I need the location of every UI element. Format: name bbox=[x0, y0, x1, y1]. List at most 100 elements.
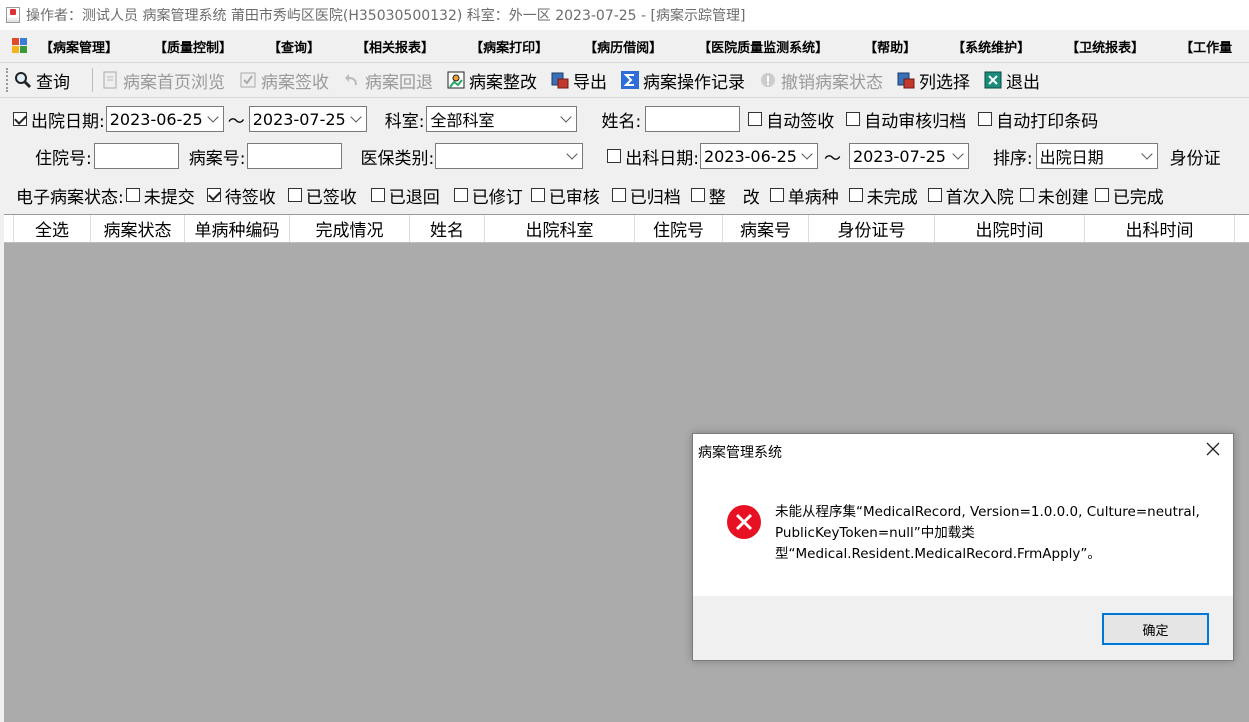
status-completed-checkbox[interactable] bbox=[1094, 188, 1109, 202]
filter-panel: 出院日期: 2023-06-25 ～ 2023-07-25 科室: 全部科室 姓… bbox=[0, 98, 1249, 214]
status-single-disease-checkbox[interactable] bbox=[769, 188, 784, 202]
column-dept-discharge-time[interactable]: 出科时间 bbox=[1085, 215, 1235, 242]
status-returned-label: 已退回 bbox=[388, 187, 440, 208]
column-discharge-dept[interactable]: 出院科室 bbox=[485, 215, 635, 242]
status-first-admission-label: 首次入院 bbox=[945, 187, 1014, 208]
filter-row-2: 住院号: 病案号: 医保类别: 出科日期: 2023-06-25 ～ 2023-… bbox=[0, 141, 1249, 171]
dept-discharge-date-from[interactable]: 2023-06-25 bbox=[699, 143, 818, 169]
exit-icon bbox=[984, 71, 1002, 89]
chevron-down-icon bbox=[560, 111, 573, 123]
status-not-created-label: 未创建 bbox=[1037, 187, 1089, 208]
menu-health-statistics[interactable]: 【卫统报表】 bbox=[1066, 37, 1144, 56]
case-no-input[interactable] bbox=[247, 143, 343, 169]
status-not-created-checkbox[interactable] bbox=[1019, 188, 1034, 202]
dept-discharge-date-checkbox[interactable] bbox=[607, 149, 622, 163]
dialog-title: 病案管理系统 bbox=[698, 445, 782, 461]
auto-sign-checkbox[interactable] bbox=[748, 112, 763, 126]
status-completed-label: 已完成 bbox=[1112, 187, 1164, 208]
status-first-admission-checkbox[interactable] bbox=[927, 188, 942, 202]
windows-menu-icon[interactable] bbox=[12, 38, 28, 54]
discharge-date-label: 出院日期: bbox=[31, 111, 105, 132]
chevron-down-icon bbox=[566, 148, 578, 160]
ok-button[interactable]: 确定 bbox=[1102, 613, 1209, 645]
status-revised-checkbox[interactable] bbox=[453, 188, 468, 202]
document-icon bbox=[101, 71, 119, 89]
dept-discharge-date-to[interactable]: 2023-07-25 bbox=[848, 143, 969, 169]
export-icon bbox=[551, 71, 569, 89]
window-titlebar: 操作者：测试人员 病案管理系统 莆田市秀屿区医院(H35030500132) 科… bbox=[0, 0, 1249, 30]
checkbox-icon bbox=[239, 71, 257, 89]
date-range-separator: ～ bbox=[227, 111, 245, 132]
auto-print-barcode-label: 自动打印条码 bbox=[996, 111, 1099, 132]
dept-label: 科室: bbox=[384, 111, 425, 132]
return-arrow-icon bbox=[343, 71, 361, 89]
dept-select[interactable]: 全部科室 bbox=[426, 106, 578, 132]
sign-receive-button[interactable]: 病案签收 bbox=[239, 68, 329, 93]
dialog-content: 未能从程序集“MedicalRecord, Version=1.0.0.0, C… bbox=[693, 467, 1233, 596]
column-name[interactable]: 姓名 bbox=[410, 215, 485, 242]
menu-case-management[interactable]: 【病案管理】 bbox=[40, 37, 118, 56]
inpatient-no-input[interactable] bbox=[93, 143, 179, 169]
name-input[interactable] bbox=[645, 106, 741, 132]
query-button[interactable]: 查询 bbox=[14, 68, 70, 93]
rectify-label: 病案整改 bbox=[469, 72, 537, 93]
status-pending-sign-checkbox[interactable] bbox=[206, 188, 221, 202]
discharge-date-checkbox[interactable] bbox=[13, 112, 27, 126]
auto-print-barcode-checkbox[interactable] bbox=[978, 112, 993, 126]
column-case-no[interactable]: 病案号 bbox=[723, 215, 809, 242]
column-select-button[interactable]: 列选择 bbox=[897, 68, 970, 93]
column-completion[interactable]: 完成情况 bbox=[290, 215, 410, 242]
menu-help[interactable]: 【帮助】 bbox=[864, 37, 916, 56]
status-returned-checkbox[interactable] bbox=[370, 188, 385, 202]
status-archived-checkbox[interactable] bbox=[611, 188, 626, 202]
menu-related-reports[interactable]: 【相关报表】 bbox=[356, 37, 434, 56]
auto-sign-label: 自动签收 bbox=[766, 111, 835, 132]
error-dialog: 病案管理系统 未能从程序集“MedicalRecord, Version=1.0… bbox=[692, 433, 1234, 661]
status-signed-checkbox[interactable] bbox=[287, 188, 302, 202]
rectify-button[interactable]: 病案整改 bbox=[447, 68, 537, 93]
status-reviewed-checkbox[interactable] bbox=[530, 188, 545, 202]
export-button[interactable]: 导出 bbox=[551, 68, 607, 93]
error-icon bbox=[726, 504, 762, 540]
query-label: 查询 bbox=[36, 72, 70, 93]
first-page-browse-button[interactable]: 病案首页浏览 bbox=[101, 68, 225, 93]
column-select-all[interactable]: 全选 bbox=[14, 215, 91, 242]
window-title: 操作者：测试人员 病案管理系统 莆田市秀屿区医院(H35030500132) 科… bbox=[26, 8, 746, 24]
insurance-type-select[interactable] bbox=[435, 143, 584, 169]
toolbar: 查询 病案首页浏览 病案签收 病案回退 病案整改 导出 病案操作记录 撤销病案状… bbox=[0, 62, 1249, 98]
auto-review-archive-checkbox[interactable] bbox=[846, 112, 861, 126]
discharge-date-from[interactable]: 2023-06-25 bbox=[105, 106, 224, 132]
status-rectify-checkbox[interactable] bbox=[690, 188, 705, 202]
sort-select[interactable]: 出院日期 bbox=[1035, 143, 1158, 169]
chevron-down-icon bbox=[1141, 148, 1153, 160]
menu-case-print[interactable]: 【病案打印】 bbox=[470, 37, 548, 56]
column-inpatient-no[interactable]: 住院号 bbox=[635, 215, 723, 242]
dept-discharge-date-from-value: 2023-06-25 bbox=[703, 146, 797, 166]
sort-label: 排序: bbox=[992, 148, 1033, 169]
column-id-number[interactable]: 身份证号 bbox=[809, 215, 935, 242]
column-select-label: 列选择 bbox=[919, 72, 970, 93]
revoke-status-button[interactable]: 撤销病案状态 bbox=[759, 68, 883, 93]
menu-system-maintenance[interactable]: 【系统维护】 bbox=[952, 37, 1030, 56]
close-icon[interactable] bbox=[1205, 441, 1221, 457]
status-not-submitted-checkbox[interactable] bbox=[125, 188, 140, 202]
sign-receive-label: 病案签收 bbox=[261, 72, 329, 93]
operation-log-button[interactable]: 病案操作记录 bbox=[621, 68, 745, 93]
menu-query[interactable]: 【查询】 bbox=[268, 37, 320, 56]
exit-button[interactable]: 退出 bbox=[984, 68, 1040, 93]
status-pending-sign-label: 待签收 bbox=[224, 187, 276, 208]
column-case-status[interactable]: 病案状态 bbox=[91, 215, 185, 242]
column-discharge-time[interactable]: 出院时间 bbox=[935, 215, 1085, 242]
status-incomplete-checkbox[interactable] bbox=[848, 188, 863, 202]
menu-workload[interactable]: 【工作量 bbox=[1180, 37, 1232, 56]
menu-quality-monitoring[interactable]: 【医院质量监测系统】 bbox=[698, 37, 828, 56]
menu-quality-control[interactable]: 【质量控制】 bbox=[154, 37, 232, 56]
column-disease-code[interactable]: 单病种编码 bbox=[185, 215, 290, 242]
discharge-date-to[interactable]: 2023-07-25 bbox=[248, 106, 367, 132]
name-label: 姓名: bbox=[601, 111, 642, 132]
menu-record-borrow[interactable]: 【病历借阅】 bbox=[584, 37, 662, 56]
dept-discharge-date-to-value: 2023-07-25 bbox=[852, 146, 946, 166]
status-archived-label: 已归档 bbox=[629, 187, 681, 208]
return-button[interactable]: 病案回退 bbox=[343, 68, 433, 93]
dialog-footer: 确定 bbox=[693, 596, 1233, 660]
